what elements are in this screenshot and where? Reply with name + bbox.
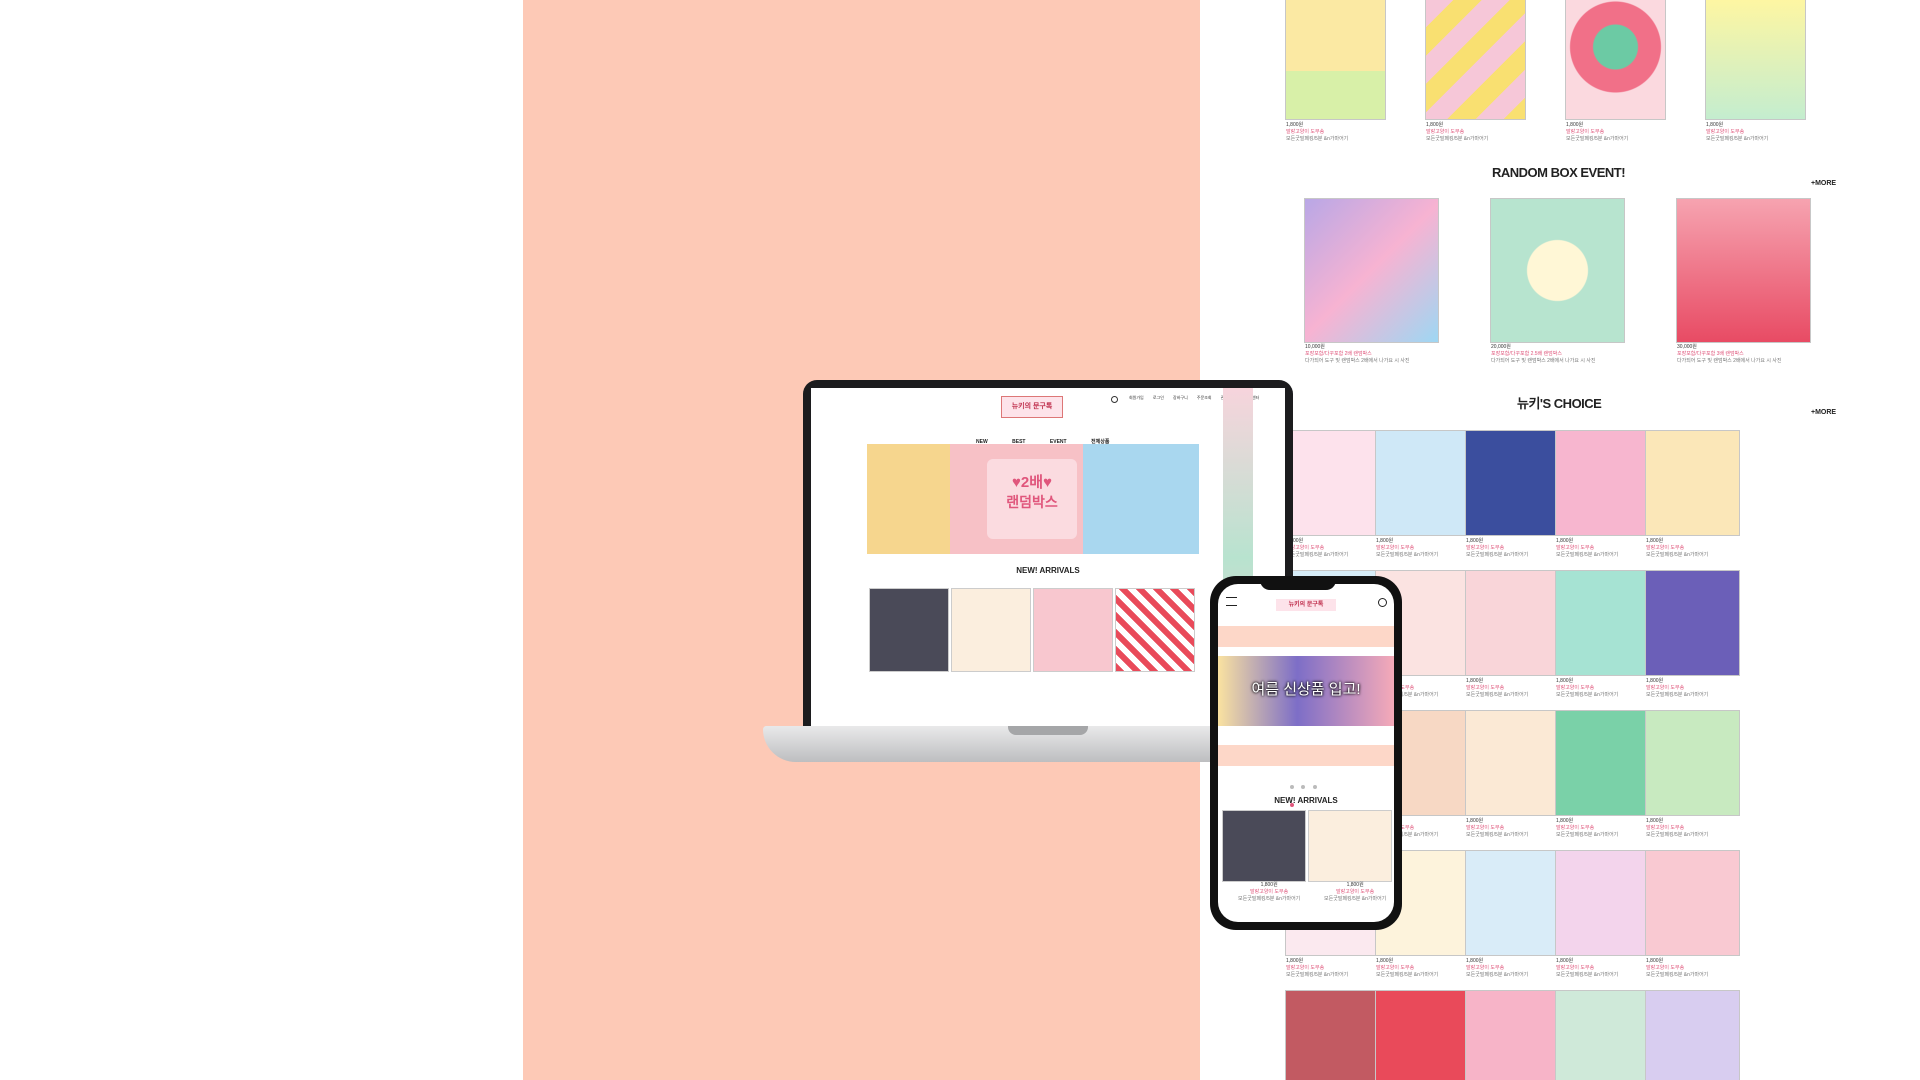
choice-product-caption: 1,800원말랑고양이 도무송모든굿밀페킹/5분 &n가마어기 [1466, 538, 1529, 558]
choice-product-thumb[interactable] [1645, 570, 1740, 676]
choice-product-caption: 1,800원말랑고양이 도무송모든굿밀페킹/5분 &n가마어기 [1646, 538, 1709, 558]
banner-panel: ♥2배♥ 랜덤박스 [987, 459, 1077, 539]
product-caption: 1,800원 말랑고양이 도무송 모든굿밀페킹/5분 &n가마어기 [1566, 122, 1629, 142]
top-link[interactable]: 주문조회 [1197, 395, 1212, 400]
carousel-dot[interactable] [1301, 785, 1306, 789]
random-box-thumb[interactable] [1676, 198, 1811, 343]
banner-line2: 랜덤박스 [1006, 494, 1058, 510]
section-title-random-box: RANDOM BOX EVENT! [1492, 165, 1626, 180]
top-link[interactable]: 로그인 [1153, 395, 1164, 400]
laptop-notch [1008, 726, 1088, 735]
choice-product-thumb[interactable] [1465, 570, 1560, 676]
phone-new-arrivals-title: NEW! ARRIVALS [1274, 796, 1338, 805]
choice-product-thumb[interactable] [1645, 990, 1740, 1080]
choice-product-thumb[interactable] [1555, 850, 1650, 956]
random-box-caption: 30,000원 포장포함/다꾸포함 3배 랜덤박스 다가되어 도구 및 랜덤박스 2… [1677, 344, 1782, 364]
more-link[interactable]: +MORE [1811, 409, 1836, 416]
laptop-new-arrivals-title: NEW! ARRIVALS [1016, 566, 1080, 575]
product-thumb[interactable] [1425, 0, 1526, 120]
product-thumb[interactable] [1285, 0, 1386, 120]
banner-line1: ♥2배♥ [1012, 474, 1052, 491]
phone-banner-text: 여름 신상품 입고! [1251, 681, 1361, 698]
product-caption: 1,800원 말랑고양이 도무송 모든굿밀페킹/5분 &n가마어기 [1706, 122, 1769, 142]
product-caption: 1,800원 말랑고양이 도무송 모든굿밀페킹/5분 &n가마어기 [1324, 882, 1387, 902]
choice-product-caption: 1,800원말랑고양이 도무송모든굿밀페킹/5분 &n가마어기 [1376, 958, 1439, 978]
random-box-caption: 20,000원 포장포함/다꾸포함 2.5배 랜덤박스 다가되어 도구 및 랜덤박스… [1491, 344, 1596, 364]
choice-product-thumb[interactable] [1645, 710, 1740, 816]
product-thumb[interactable] [1222, 810, 1306, 882]
choice-product-caption: 1,800원말랑고양이 도무송모든굿밀페킹/5분 &n가마어기 [1466, 958, 1529, 978]
top-link[interactable]: 회원가입 [1129, 395, 1144, 400]
choice-product-caption: 1,800원말랑고양이 도무송모든굿밀페킹/5분 &n가마어기 [1556, 538, 1619, 558]
choice-product-caption: 1,800원말랑고양이 도무송모든굿밀페킹/5분 &n가마어기 [1376, 538, 1439, 558]
product-thumb[interactable] [1565, 0, 1666, 120]
choice-product-thumb[interactable] [1555, 990, 1650, 1080]
product-thumb[interactable] [1115, 588, 1195, 672]
phone-logo[interactable]: 뉴키의 문구톡 [1276, 599, 1336, 611]
laptop-logo[interactable]: 뉴키의 문구톡 [1001, 396, 1063, 418]
choice-product-thumb[interactable] [1555, 570, 1650, 676]
product-caption: 1,800원 말랑고양이 도무송 모든굿밀페킹/5분 &n가마어기 [1286, 122, 1349, 142]
more-link[interactable]: +MORE [1811, 180, 1836, 187]
choice-product-caption: 1,800원말랑고양이 도무송모든굿밀페킹/5분 &n가마어기 [1646, 818, 1709, 838]
choice-product-thumb[interactable] [1555, 430, 1650, 536]
choice-product-caption: 1,800원말랑고양이 도무송모든굿밀페킹/5분 &n가마어기 [1466, 818, 1529, 838]
choice-product-caption: 1,800원말랑고양이 도무송모든굿밀페킹/5분 &n가마어기 [1466, 678, 1529, 698]
choice-product-thumb[interactable] [1465, 430, 1560, 536]
product-caption: 1,800원 말랑고양이 도무송 모든굿밀페킹/5분 &n가마어기 [1426, 122, 1489, 142]
choice-product-caption: 1,800원말랑고양이 도무송모든굿밀페킹/5분 &n가마어기 [1556, 818, 1619, 838]
choice-product-thumb[interactable] [1465, 990, 1560, 1080]
random-box-caption: 10,000원 포장포함/다꾸포함 2배 랜덤박스 다가되어 도구 및 랜덤박스 2… [1305, 344, 1410, 364]
search-icon[interactable] [1111, 396, 1118, 403]
product-thumb[interactable] [951, 588, 1031, 672]
choice-product-caption: 1,800원말랑고양이 도무송모든굿밀페킹/5분 &n가마어기 [1556, 958, 1619, 978]
product-caption: 1,800원 말랑고양이 도무송 모든굿밀페킹/5분 &n가마어기 [1238, 882, 1301, 902]
phone-hero-banner[interactable]: 여름 신상품 입고! [1218, 626, 1394, 766]
choice-product-caption: 1,800원말랑고양이 도무송모든굿밀페킹/5분 &n가마어기 [1286, 958, 1349, 978]
search-icon[interactable] [1378, 598, 1387, 607]
choice-product-thumb[interactable] [1465, 710, 1560, 816]
product-thumb[interactable] [1308, 810, 1392, 882]
choice-product-caption: 1,800원말랑고양이 도무송모든굿밀페킹/5분 &n가마어기 [1646, 678, 1709, 698]
menu-icon[interactable] [1226, 597, 1237, 606]
laptop-hero-banner[interactable]: ♥2배♥ 랜덤박스 [867, 444, 1199, 554]
choice-product-caption: 1,800원말랑고양이 도무송모든굿밀페킹/5분 &n가마어기 [1646, 958, 1709, 978]
random-box-thumb[interactable] [1490, 198, 1625, 343]
product-thumb[interactable] [1705, 0, 1806, 120]
top-link[interactable]: 장바구니 [1173, 395, 1188, 400]
section-title-choice: 뉴키'S CHOICE [1517, 396, 1602, 411]
phone-notch [1260, 576, 1336, 590]
phone-mockup: 뉴키의 문구톡 여름 신상품 입고! NEW! ARRIVALS 1,800원 말… [1210, 576, 1402, 930]
choice-product-thumb[interactable] [1645, 430, 1740, 536]
random-box-thumb[interactable] [1304, 198, 1439, 343]
product-thumb[interactable] [869, 588, 949, 672]
choice-product-thumb[interactable] [1375, 430, 1470, 536]
product-thumb[interactable] [1033, 588, 1113, 672]
carousel-dot[interactable] [1312, 785, 1317, 789]
choice-product-thumb[interactable] [1375, 990, 1470, 1080]
choice-product-caption: 1,800원말랑고양이 도무송모든굿밀페킹/5분 &n가마어기 [1556, 678, 1619, 698]
choice-product-thumb[interactable] [1555, 710, 1650, 816]
choice-product-thumb[interactable] [1285, 990, 1380, 1080]
choice-product-thumb[interactable] [1645, 850, 1740, 956]
carousel-dot[interactable] [1290, 785, 1294, 789]
choice-product-thumb[interactable] [1465, 850, 1560, 956]
carousel-dots[interactable] [1290, 776, 1322, 807]
phone-screen: 뉴키의 문구톡 여름 신상품 입고! NEW! ARRIVALS 1,800원 말… [1218, 584, 1394, 922]
